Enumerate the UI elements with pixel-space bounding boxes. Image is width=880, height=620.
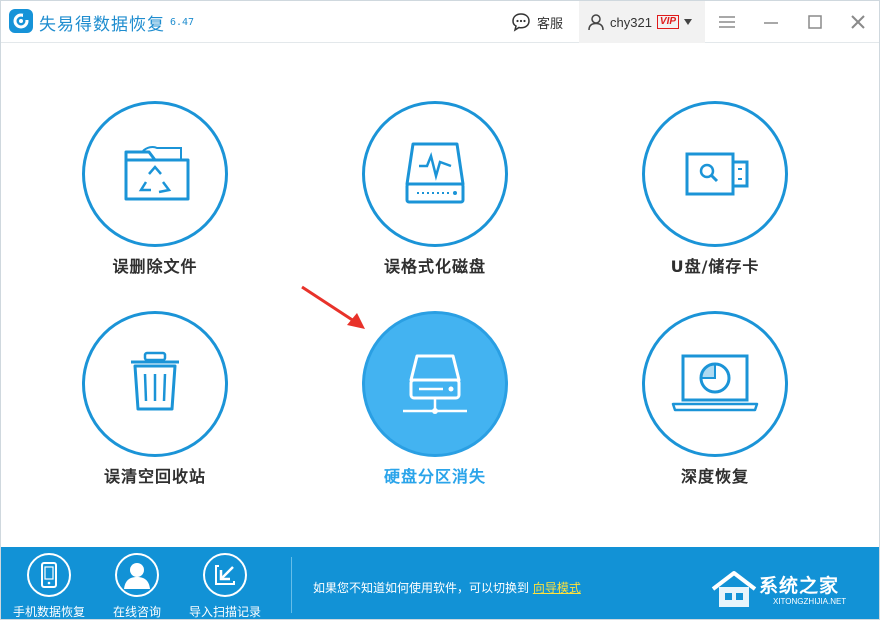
tile-deep-recovery-circle (642, 311, 788, 457)
user-icon (588, 14, 604, 31)
app-window: 失易得数据恢复 6.47 客服 chy321 VIP 误删除文件 误格式化磁盘 … (0, 0, 880, 620)
tile-formatted-disk-label: 误格式化磁盘 (383, 257, 486, 276)
tile-empty-recycle-bin-circle (82, 311, 228, 457)
tile-lost-partition[interactable]: 硬盘分区消失 (315, 311, 555, 511)
import-scan-record-button[interactable]: 导入扫描记录 (183, 553, 267, 619)
house-logo-icon (711, 571, 757, 607)
menu-button[interactable] (716, 11, 738, 33)
app-version: 6.47 (170, 17, 195, 28)
minimize-button[interactable] (760, 11, 782, 33)
tile-formatted-disk[interactable]: 误格式化磁盘 (315, 101, 555, 301)
phone-recovery-label: 手机数据恢复 (12, 605, 85, 619)
phone-recovery-circle (27, 553, 71, 597)
username: chy321 (610, 14, 652, 30)
online-consult-circle (115, 553, 159, 597)
phone-icon (41, 562, 57, 588)
tile-usb-card-label: U盘/储存卡 (670, 257, 760, 276)
tile-usb-card-circle (642, 101, 788, 247)
tile-lost-partition-circle (362, 311, 508, 457)
guide-hint: 如果您不知道如何使用软件，可以切换到 向导模式 (313, 579, 581, 596)
app-logo-icon (9, 9, 33, 33)
recycle-folder-icon (124, 146, 190, 201)
maximize-icon (808, 15, 822, 29)
tile-deleted-files-circle (82, 101, 228, 247)
support-button[interactable]: 客服 (511, 9, 563, 35)
chat-bubble-icon (512, 13, 530, 32)
watermark-text: 系统之家 (759, 575, 840, 597)
tile-usb-card[interactable]: U盘/储存卡 (595, 101, 835, 301)
import-scan-record-label: 导入扫描记录 (188, 605, 261, 619)
phone-recovery-button[interactable]: 手机数据恢复 (7, 553, 91, 619)
hard-drive-network-icon (403, 354, 467, 414)
wizard-mode-link[interactable]: 向导模式 (533, 581, 581, 595)
usb-drive-icon (685, 152, 749, 196)
tile-deep-recovery-label: 深度恢复 (680, 467, 749, 486)
hamburger-menu-icon (719, 16, 735, 28)
tile-formatted-disk-circle (362, 101, 508, 247)
tile-deleted-files[interactable]: 误删除文件 (35, 101, 275, 301)
disk-pulse-icon (405, 142, 465, 204)
online-consult-button[interactable]: 在线咨询 (95, 553, 179, 619)
tile-deleted-files-label: 误删除文件 (112, 257, 198, 276)
user-support-icon (124, 563, 150, 589)
minimize-icon (764, 22, 778, 24)
tile-empty-recycle-bin[interactable]: 误清空回收站 (35, 311, 275, 511)
online-consult-label: 在线咨询 (112, 605, 161, 619)
watermark-subtext: XITONGZHIJIA.NET (773, 597, 847, 606)
guide-hint-text: 如果您不知道如何使用软件，可以切换到 (313, 581, 530, 595)
red-arrow-annotation (301, 285, 365, 329)
tile-empty-recycle-bin-label: 误清空回收站 (103, 467, 206, 486)
maximize-button[interactable] (804, 11, 826, 33)
trash-bin-icon (131, 351, 179, 411)
app-title: 失易得数据恢复 (39, 15, 165, 35)
chevron-down-icon (684, 19, 693, 25)
title-bar: 失易得数据恢复 6.47 客服 chy321 VIP (1, 1, 879, 43)
laptop-scan-icon (671, 354, 759, 412)
bottom-divider (291, 557, 292, 613)
vip-badge: VIP (656, 15, 680, 29)
tile-deep-recovery[interactable]: 深度恢复 (595, 311, 835, 511)
support-label: 客服 (537, 16, 564, 32)
watermark: 系统之家 XITONGZHIJIA.NET (709, 567, 879, 617)
import-scan-record-circle (203, 553, 247, 597)
close-button[interactable] (847, 11, 869, 33)
import-icon (215, 565, 235, 585)
close-icon (851, 15, 865, 29)
tile-lost-partition-label: 硬盘分区消失 (383, 467, 486, 486)
user-account-menu[interactable]: chy321 VIP (579, 1, 705, 43)
